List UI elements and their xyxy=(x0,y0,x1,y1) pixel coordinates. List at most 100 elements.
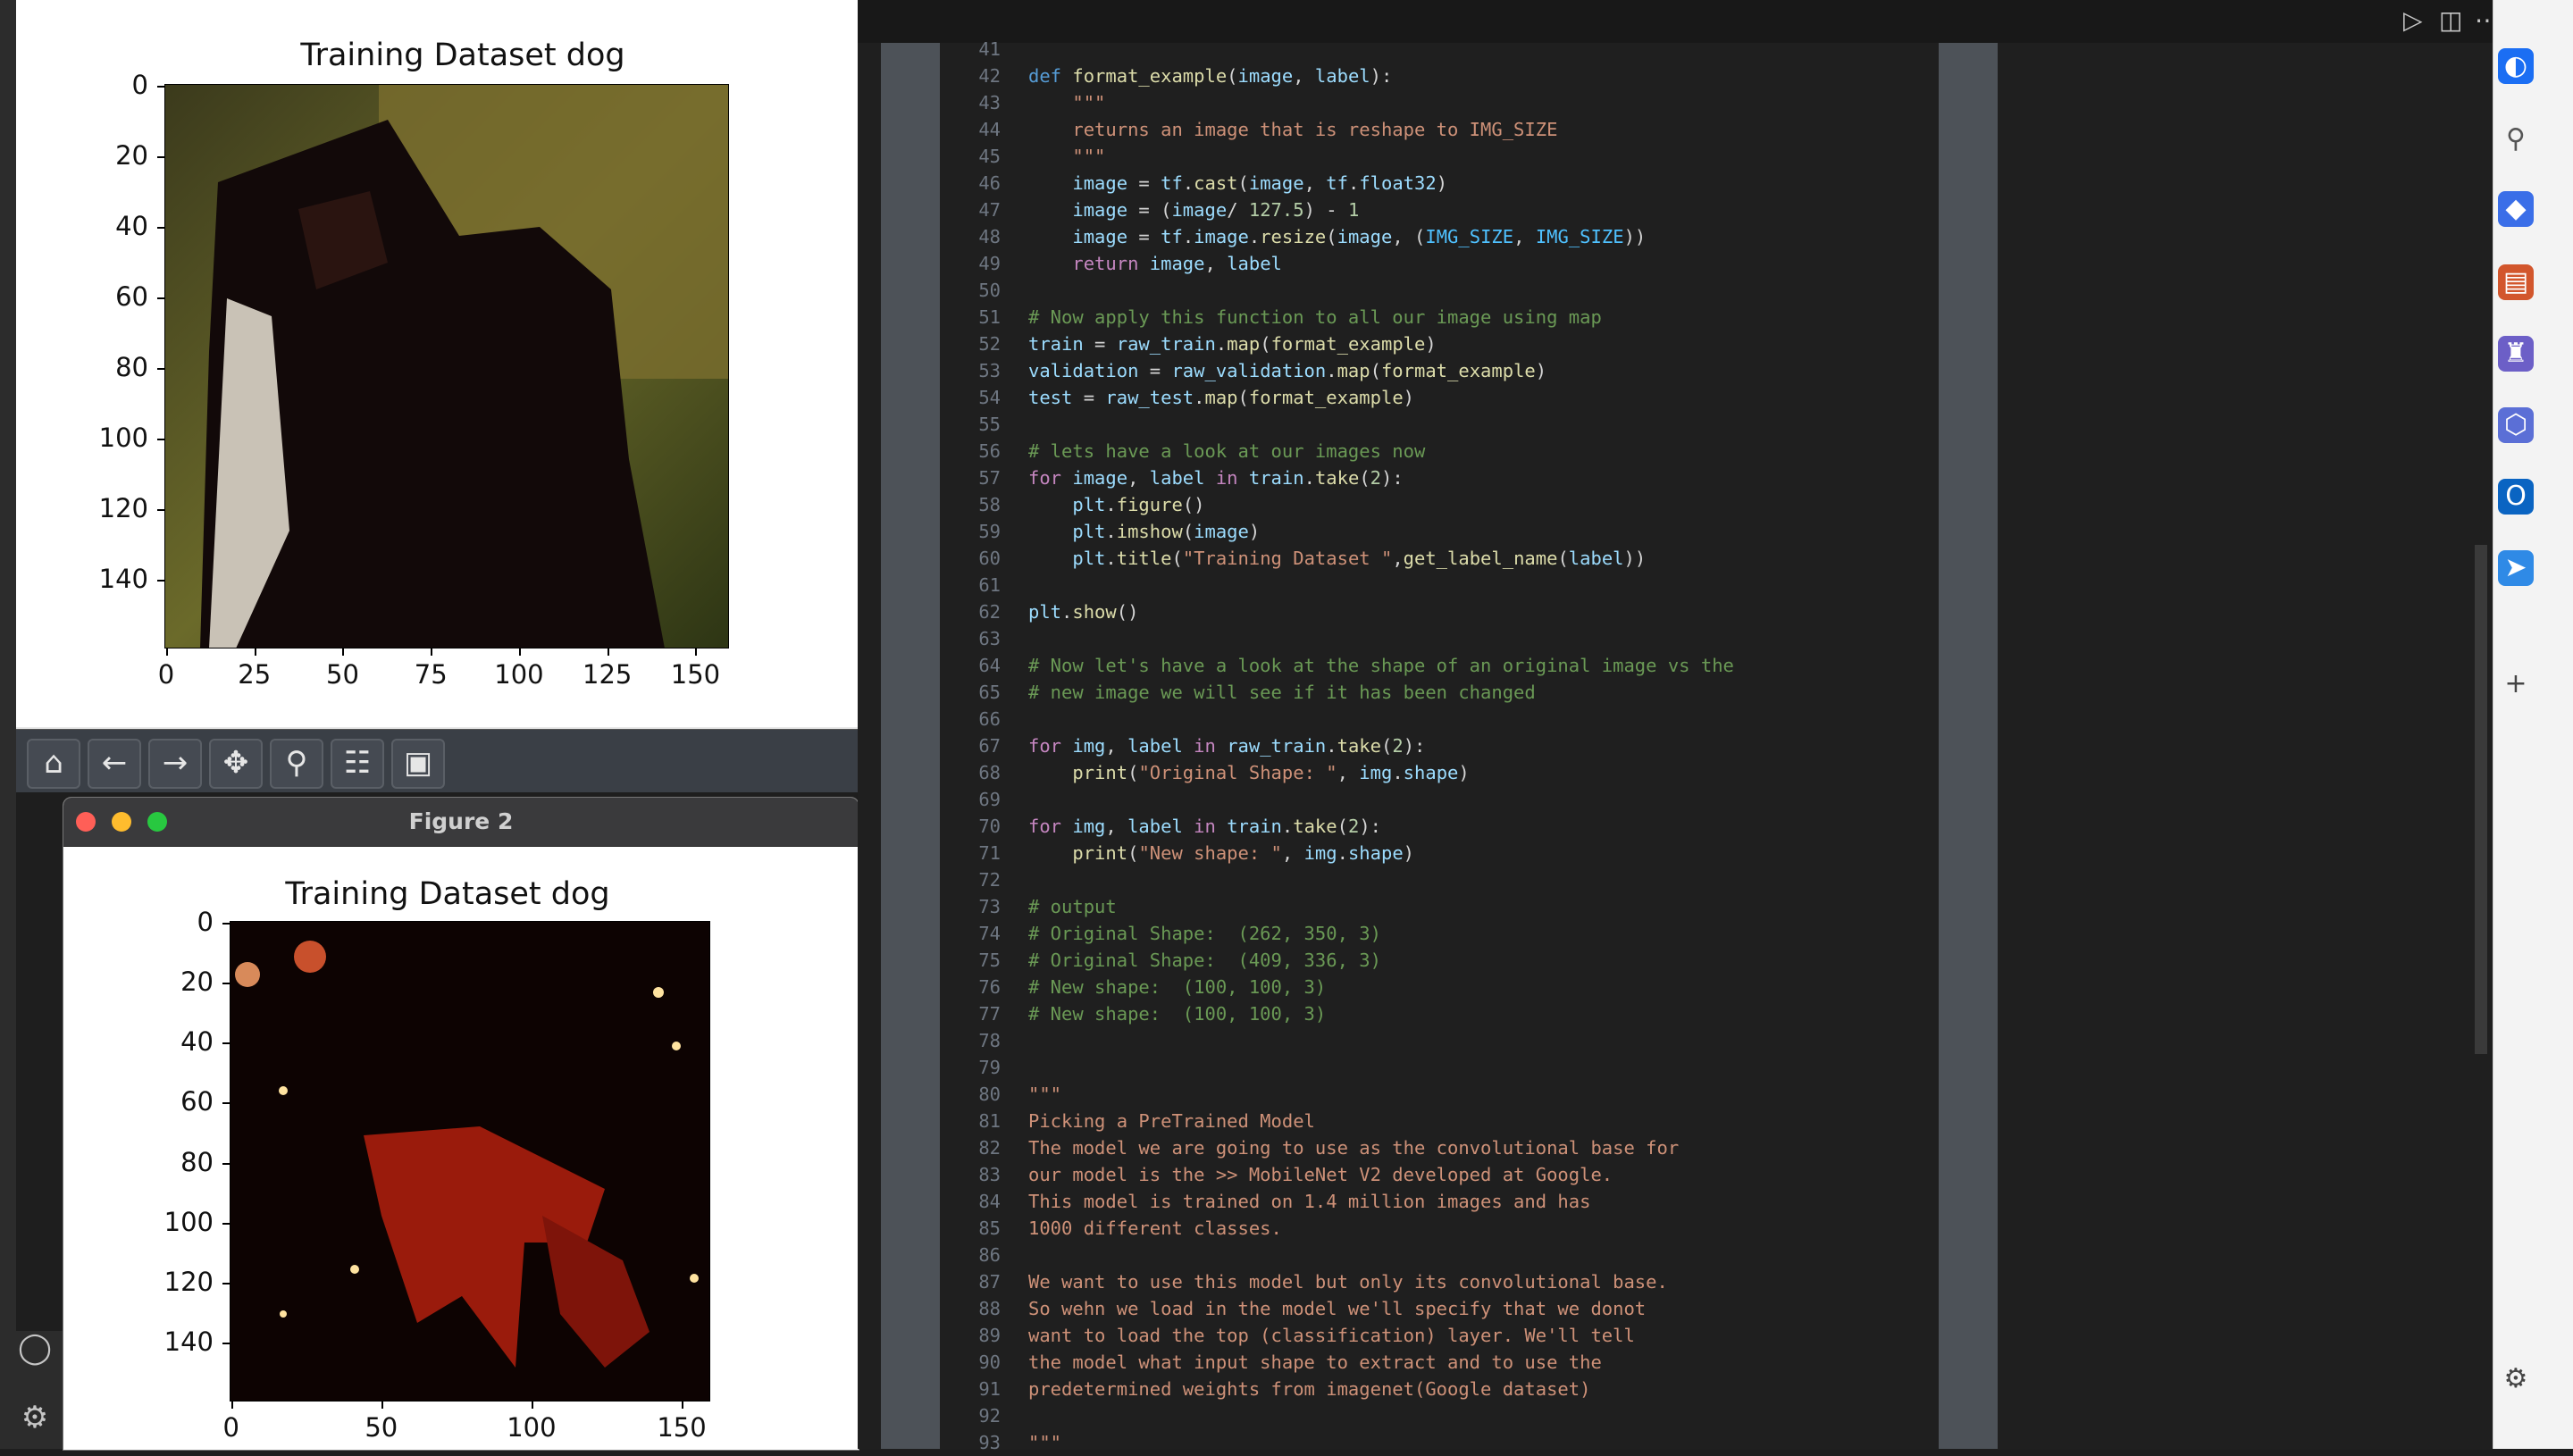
code-line[interactable]: 71 print("New shape: ", img.shape) xyxy=(940,840,1939,866)
code-line[interactable]: 90 the model what input shape to extract … xyxy=(940,1349,1939,1376)
code-line[interactable]: 60 plt.title("Training Dataset ",get_lab… xyxy=(940,545,1939,572)
code-line[interactable]: 45 """ xyxy=(940,143,1939,170)
code-line[interactable]: 46 image = tf.cast(image, tf.float32) xyxy=(940,170,1939,197)
line-number: 62 xyxy=(978,601,1001,623)
code-line[interactable]: 87 We want to use this model but only its… xyxy=(940,1268,1939,1295)
code-line[interactable]: 72 xyxy=(940,866,1939,893)
code-text: # Original Shape: (262, 350, 3) xyxy=(1028,923,1381,944)
account-icon[interactable]: ◯ xyxy=(14,1327,55,1368)
code-line[interactable]: 86 xyxy=(940,1242,1939,1268)
zoom-icon[interactable]: ⚲ xyxy=(270,739,323,789)
code-line[interactable]: 74 # Original Shape: (262, 350, 3) xyxy=(940,920,1939,947)
outlook-icon[interactable]: O xyxy=(2498,479,2534,515)
run-icon[interactable]: ▷ xyxy=(2403,5,2423,35)
line-number: 81 xyxy=(978,1110,1001,1132)
code-line[interactable]: 44 returns an image that is reshape to I… xyxy=(940,116,1939,143)
code-line[interactable]: 54 test = raw_test.map(format_example) xyxy=(940,384,1939,411)
code-text: image = (image/ 127.5) - 1 xyxy=(1072,199,1360,221)
microsoft365-icon[interactable]: ⬡ xyxy=(2498,407,2534,443)
code-line[interactable]: 78 xyxy=(940,1027,1939,1054)
code-line[interactable]: 68 print("Original Shape: ", img.shape) xyxy=(940,759,1939,786)
line-number: 86 xyxy=(978,1244,1001,1266)
code-line[interactable]: 48 image = tf.image.resize(image, (IMG_S… xyxy=(940,223,1939,250)
code-line[interactable]: 73 # output xyxy=(940,893,1939,920)
code-line[interactable]: 66 xyxy=(940,706,1939,732)
home-icon[interactable]: ⌂ xyxy=(27,739,80,789)
y-tick-mark xyxy=(222,982,230,984)
code-line[interactable]: 49 return image, label xyxy=(940,250,1939,277)
code-line[interactable]: 61 xyxy=(940,572,1939,598)
code-line[interactable]: 67 for img, label in raw_train.take(2): xyxy=(940,732,1939,759)
send-icon[interactable]: ➤ xyxy=(2498,550,2534,586)
code-line[interactable]: 43 """ xyxy=(940,89,1939,116)
code-line[interactable]: 56 # lets have a look at our images now xyxy=(940,438,1939,464)
code-line[interactable]: 42 def format_example(image, label): xyxy=(940,63,1939,89)
code-text: # lets have a look at our images now xyxy=(1028,440,1426,462)
add-sidebar-app-icon[interactable]: + xyxy=(2498,666,2534,702)
code-line[interactable]: 88 So wehn we load in the model we'll spe… xyxy=(940,1295,1939,1322)
line-number: 46 xyxy=(978,172,1001,194)
code-line[interactable]: 70 for img, label in train.take(2): xyxy=(940,813,1939,840)
code-line[interactable]: 41 xyxy=(940,36,1939,63)
x-tick-label: 125 xyxy=(582,659,633,690)
code-line[interactable]: 75 # Original Shape: (409, 336, 3) xyxy=(940,947,1939,974)
y-tick-mark xyxy=(157,297,164,299)
line-number: 54 xyxy=(978,387,1001,408)
code-line[interactable]: 92 xyxy=(940,1402,1939,1429)
editor-scrollbar[interactable] xyxy=(2475,545,2487,1054)
x-tick-label: 0 xyxy=(157,659,175,690)
code-line[interactable]: 57 for image, label in train.take(2): xyxy=(940,464,1939,491)
y-tick-mark xyxy=(157,226,164,229)
code-editor[interactable]: 41 42 def format_example(image, label): 43 … xyxy=(940,38,1939,1453)
search-icon[interactable]: ⚲ xyxy=(2498,121,2534,157)
line-number: 87 xyxy=(978,1271,1001,1293)
code-line[interactable]: 79 xyxy=(940,1054,1939,1081)
line-number: 72 xyxy=(978,869,1001,891)
code-line[interactable]: 91 predetermined weights from imagenet(Go… xyxy=(940,1376,1939,1402)
code-line[interactable]: 52 train = raw_train.map(format_example) xyxy=(940,331,1939,357)
split-editor-icon[interactable]: ◫ xyxy=(2439,5,2462,35)
code-line[interactable]: 55 xyxy=(940,411,1939,438)
copilot-icon[interactable]: ◐ xyxy=(2498,48,2534,84)
y-tick-label: 140 xyxy=(98,563,148,594)
code-line[interactable]: 81 Picking a PreTrained Model xyxy=(940,1108,1939,1134)
code-line[interactable]: 80 """ xyxy=(940,1081,1939,1108)
forward-icon[interactable]: → xyxy=(148,739,202,789)
line-number: 90 xyxy=(978,1351,1001,1373)
x-tick-mark xyxy=(254,649,256,656)
code-line[interactable]: 82 The model we are going to use as the c… xyxy=(940,1134,1939,1161)
code-line[interactable]: 65 # new image we will see if it has been… xyxy=(940,679,1939,706)
code-line[interactable]: 85 1000 different classes. xyxy=(940,1215,1939,1242)
back-icon[interactable]: ← xyxy=(88,739,141,789)
sidebar-settings-icon[interactable]: ⚙ xyxy=(2498,1361,2534,1397)
y-tick-label: 100 xyxy=(163,1206,214,1237)
save-icon[interactable]: ▣ xyxy=(391,739,445,789)
code-line[interactable]: 58 plt.figure() xyxy=(940,491,1939,518)
code-line[interactable]: 84 This model is trained on 1.4 million i… xyxy=(940,1188,1939,1215)
code-line[interactable]: 59 plt.imshow(image) xyxy=(940,518,1939,545)
code-line[interactable]: 93 """ xyxy=(940,1429,1939,1456)
line-number: 57 xyxy=(978,467,1001,489)
line-number: 52 xyxy=(978,333,1001,355)
line-number: 65 xyxy=(978,682,1001,703)
manage-gear-icon[interactable]: ⚙ xyxy=(14,1397,55,1438)
games-icon[interactable]: ♜ xyxy=(2498,336,2534,372)
code-line[interactable]: 62 plt.show() xyxy=(940,598,1939,625)
code-line[interactable]: 77 # New shape: (100, 100, 3) xyxy=(940,1000,1939,1027)
code-line[interactable]: 50 xyxy=(940,277,1939,304)
tools-icon[interactable]: ▤ xyxy=(2498,264,2534,300)
code-line[interactable]: 51 # Now apply this function to all our i… xyxy=(940,304,1939,331)
configure-icon[interactable]: ☷ xyxy=(331,739,384,789)
code-line[interactable]: 63 xyxy=(940,625,1939,652)
code-line[interactable]: 83 our model is the >> MobileNet V2 devel… xyxy=(940,1161,1939,1188)
shopping-tag-icon[interactable]: ◆ xyxy=(2498,191,2534,227)
pan-icon[interactable]: ✥ xyxy=(209,739,263,789)
code-line[interactable]: 69 xyxy=(940,786,1939,813)
code-line[interactable]: 64 # Now let's have a look at the shape o… xyxy=(940,652,1939,679)
y-tick-mark xyxy=(222,1102,230,1105)
code-line[interactable]: 76 # New shape: (100, 100, 3) xyxy=(940,974,1939,1000)
code-line[interactable]: 47 image = (image/ 127.5) - 1 xyxy=(940,197,1939,223)
code-line[interactable]: 89 want to load the top (classification) … xyxy=(940,1322,1939,1349)
code-line[interactable]: 53 validation = raw_validation.map(format… xyxy=(940,357,1939,384)
line-number: 89 xyxy=(978,1325,1001,1346)
